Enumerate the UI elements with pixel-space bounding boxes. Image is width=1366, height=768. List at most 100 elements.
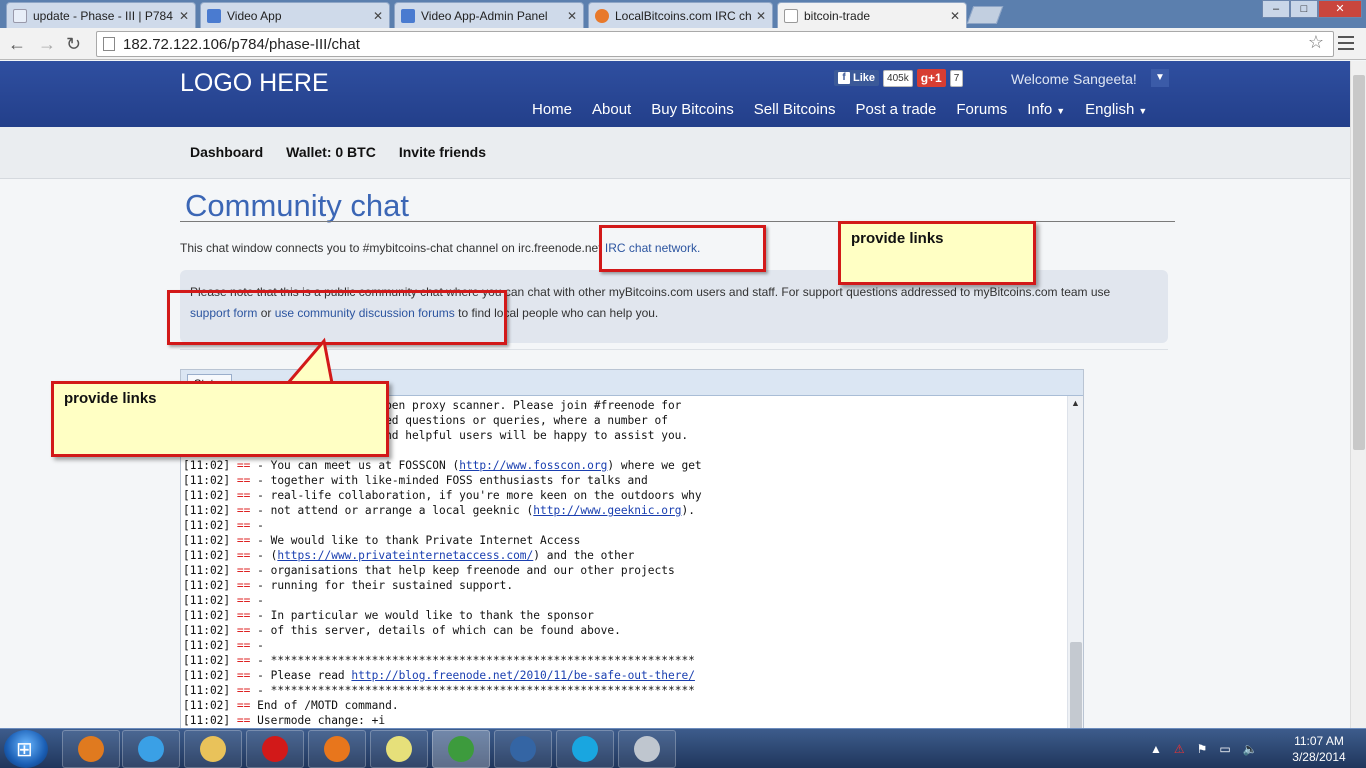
chat-text: - We would like to thank Private Interne… xyxy=(250,534,581,547)
chat-link[interactable]: http://www.geeknic.org xyxy=(533,504,681,517)
chat-line: [11:02] == - You can meet us at FOSSCON … xyxy=(183,458,1067,473)
chat-line: [11:02] == - (https://www.privateinterne… xyxy=(183,548,1067,563)
chat-line: [11:02] == - Please read http://blog.fre… xyxy=(183,668,1067,683)
chat-text: - You can meet us at FOSSCON ( xyxy=(250,459,460,472)
taskbar-app-button[interactable] xyxy=(370,730,428,768)
subnav-dashboard[interactable]: Dashboard xyxy=(190,144,263,160)
facebook-icon: f xyxy=(838,72,850,84)
taskbar-app-button[interactable] xyxy=(618,730,676,768)
taskbar-app-button[interactable] xyxy=(308,730,366,768)
clock-date: 3/28/2014 xyxy=(1292,750,1346,764)
chat-prefix: == xyxy=(236,474,251,487)
file-explorer-icon xyxy=(200,736,226,762)
browser-tab[interactable]: Video App-Admin Panel ✕ xyxy=(394,2,584,28)
window-controls: – □ ✕ xyxy=(1262,0,1362,18)
reload-icon[interactable]: ↻ xyxy=(66,34,81,55)
nav-language-label: English xyxy=(1085,101,1135,118)
chat-text: ) where we get xyxy=(607,459,702,472)
nav-info-dropdown[interactable]: Info ▼ xyxy=(1027,101,1065,118)
back-arrow-icon[interactable]: ← xyxy=(8,34,26,55)
display-icon[interactable]: ▭ xyxy=(1219,742,1230,756)
chat-text: - xyxy=(250,519,264,532)
subnav-invite-friends[interactable]: Invite friends xyxy=(399,144,486,160)
page-scroll-thumb[interactable] xyxy=(1353,75,1365,450)
chat-prefix: == xyxy=(236,699,251,712)
taskbar-app-button[interactable] xyxy=(556,730,614,768)
maximize-button[interactable]: □ xyxy=(1290,0,1318,18)
close-icon[interactable]: ✕ xyxy=(950,9,960,23)
close-icon[interactable]: ✕ xyxy=(756,9,766,23)
new-tab-button[interactable] xyxy=(966,6,1004,24)
chat-text: - together with like-minded FOSS enthusi… xyxy=(250,474,648,487)
chat-text: - organisations that help keep freenode … xyxy=(250,564,675,577)
chat-scroll-thumb[interactable] xyxy=(1070,642,1082,728)
chevron-down-icon: ▼ xyxy=(1138,106,1148,116)
facebook-like-button[interactable]: f Like xyxy=(834,70,880,86)
browser-tab[interactable]: Video App ✕ xyxy=(200,2,390,28)
gplus-button[interactable]: g+1 xyxy=(916,69,946,87)
chat-scrollbar[interactable]: ▲ xyxy=(1067,396,1083,728)
chat-text: ). xyxy=(681,504,695,517)
chat-line: [11:02] == - xyxy=(183,593,1067,608)
minimize-button[interactable]: – xyxy=(1262,0,1290,18)
taskbar-app-button[interactable] xyxy=(122,730,180,768)
browser-tab[interactable]: update - Phase - III | P784 ✕ xyxy=(6,2,196,28)
nav-sell-bitcoins[interactable]: Sell Bitcoins xyxy=(754,101,836,118)
nav-language-dropdown[interactable]: English ▼ xyxy=(1085,101,1147,118)
intro-text: This chat window connects you to #mybitc… xyxy=(180,241,605,255)
bookmark-star-icon[interactable]: ☆ xyxy=(1308,32,1324,53)
chat-line: [11:02] == - We would like to thank Priv… xyxy=(183,533,1067,548)
taskbar-app-button[interactable] xyxy=(184,730,242,768)
chat-timestamp: [11:02] xyxy=(183,459,237,472)
nav-buy-bitcoins[interactable]: Buy Bitcoins xyxy=(651,101,734,118)
chat-timestamp: [11:02] xyxy=(183,549,237,562)
close-icon[interactable]: ✕ xyxy=(567,9,577,23)
nav-about[interactable]: About xyxy=(592,101,631,118)
chat-timestamp: [11:02] xyxy=(183,564,237,577)
site-logo[interactable]: LOGO HERE xyxy=(180,69,329,98)
chat-line: [11:02] == - xyxy=(183,518,1067,533)
taskbar-app-button[interactable] xyxy=(494,730,552,768)
chat-link[interactable]: https://www.privateinternetaccess.com/ xyxy=(277,549,533,562)
chat-timestamp: [11:02] xyxy=(183,489,237,502)
chat-link[interactable]: http://blog.freenode.net/2010/11/be-safe… xyxy=(351,669,695,682)
video-app-icon xyxy=(207,8,221,23)
subnav-wallet[interactable]: Wallet: 0 BTC xyxy=(286,144,376,160)
close-icon[interactable]: ✕ xyxy=(373,9,383,23)
system-tray: ▲ ⚠ ⚑ ▭ 🔈 xyxy=(1150,729,1258,768)
browser-tab-label: Video App-Admin Panel xyxy=(421,8,548,23)
address-bar[interactable]: 182.72.122.106/p784/phase-III/chat xyxy=(96,31,1334,57)
nav-home[interactable]: Home xyxy=(532,101,572,118)
scroll-up-icon[interactable]: ▲ xyxy=(1071,398,1080,408)
close-window-button[interactable]: ✕ xyxy=(1318,0,1362,18)
close-icon[interactable]: ✕ xyxy=(179,9,189,23)
chevron-down-icon[interactable]: ▼ xyxy=(1151,69,1169,87)
network-icon[interactable]: ⚠ xyxy=(1174,742,1185,756)
browser-tab[interactable]: LocalBitcoins.com IRC cha ✕ xyxy=(588,2,773,28)
volume-icon[interactable]: 🔈 xyxy=(1243,742,1258,756)
chat-timestamp: [11:02] xyxy=(183,639,237,652)
nav-forums[interactable]: Forums xyxy=(956,101,1007,118)
chat-text: ) and the other xyxy=(533,549,635,562)
system-clock[interactable]: 11:07 AM 3/28/2014 xyxy=(1284,733,1354,765)
chat-timestamp: [11:02] xyxy=(183,669,237,682)
taskbar-app-button[interactable] xyxy=(246,730,304,768)
chat-prefix: == xyxy=(236,564,251,577)
start-button[interactable] xyxy=(4,730,48,768)
browser-tab-active[interactable]: bitcoin-trade ✕ xyxy=(777,2,967,28)
chat-prefix: == xyxy=(236,639,251,652)
chat-timestamp: [11:02] xyxy=(183,579,237,592)
chat-link[interactable]: http://www.fosscon.org xyxy=(459,459,607,472)
forward-arrow-icon[interactable]: → xyxy=(38,34,56,55)
nav-post-a-trade[interactable]: Post a trade xyxy=(855,101,936,118)
flag-icon[interactable]: ⚑ xyxy=(1197,742,1208,756)
tray-expand-icon[interactable]: ▲ xyxy=(1150,742,1162,756)
user-subnav: Dashboard Wallet: 0 BTC Invite friends xyxy=(0,127,1350,179)
opera-icon xyxy=(262,736,288,762)
taskbar-app-button[interactable] xyxy=(62,730,120,768)
menu-icon[interactable] xyxy=(1338,36,1354,50)
chat-prefix: == xyxy=(236,609,251,622)
page-scrollbar[interactable] xyxy=(1350,61,1366,728)
taskbar-app-button[interactable] xyxy=(432,730,490,768)
page-icon xyxy=(784,8,798,23)
